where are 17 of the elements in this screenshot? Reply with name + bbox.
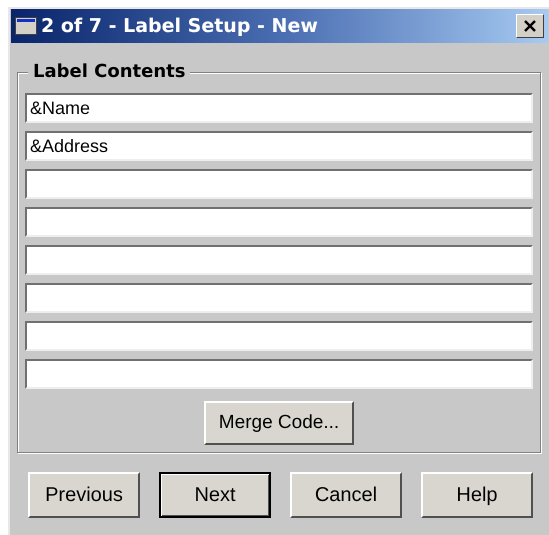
text-field[interactable] <box>25 245 533 275</box>
window-icon <box>15 17 37 35</box>
wizard-button[interactable]: Cancel <box>290 472 402 518</box>
text-field[interactable]: &Name <box>25 93 533 123</box>
wizard-button[interactable]: Help <box>421 472 533 518</box>
text-field[interactable] <box>25 359 533 389</box>
text-field[interactable] <box>25 283 533 313</box>
merge-code-button[interactable]: Merge Code... <box>204 401 354 445</box>
text-field[interactable] <box>25 321 533 351</box>
text-field[interactable] <box>25 207 533 237</box>
text-field[interactable] <box>25 169 533 199</box>
wizard-button[interactable]: Next <box>159 472 271 518</box>
text-field[interactable]: &Address <box>25 131 533 161</box>
close-icon <box>523 19 537 33</box>
wizard-button[interactable]: Previous <box>28 472 140 518</box>
close-button[interactable] <box>516 14 544 38</box>
window-title: 2 of 7 - Label Setup - New <box>41 14 318 39</box>
